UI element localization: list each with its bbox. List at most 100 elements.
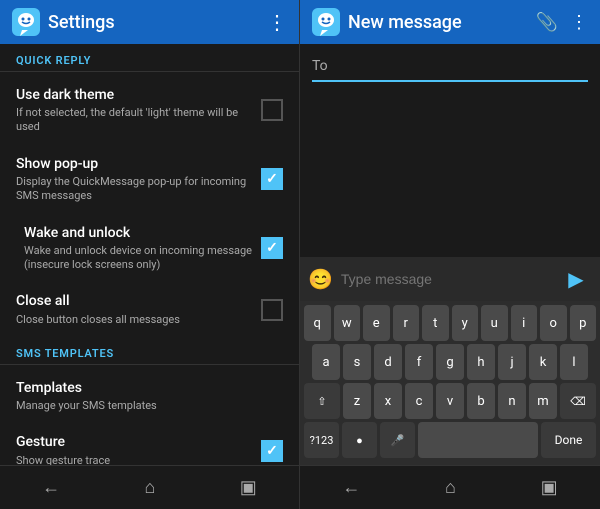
key-mic[interactable]: 🎤 [380, 422, 415, 458]
setting-desc-templates: Manage your SMS templates [16, 399, 283, 413]
key-w[interactable]: w [334, 305, 361, 341]
message-body-area[interactable] [300, 90, 600, 257]
key-backspace[interactable]: ⌫ [560, 383, 596, 419]
section-quick-reply: QUICK REPLY Use dark theme If not select… [0, 44, 299, 337]
setting-title-wake: Wake and unlock [24, 224, 261, 242]
key-shift[interactable]: ⇧ [304, 383, 340, 419]
setting-title-templates: Templates [16, 379, 283, 397]
setting-title-gesture: Gesture [16, 433, 261, 451]
keyboard-row-3: ⇧ z x c v b n m ⌫ [304, 383, 596, 419]
attach-icon[interactable]: 📎 [536, 12, 558, 33]
key-v[interactable]: v [436, 383, 464, 419]
message-area: To [300, 44, 600, 90]
checkbox-wake-unlock[interactable] [261, 237, 283, 259]
setting-close-all[interactable]: Close all Close button closes all messag… [0, 282, 299, 336]
to-field[interactable]: To [312, 52, 588, 82]
settings-nav-bar: ← ⌂ ▣ [0, 465, 299, 509]
settings-more-button[interactable]: ⋮ [267, 10, 287, 34]
key-b[interactable]: b [467, 383, 495, 419]
new-message-title: New message [348, 12, 462, 33]
key-y[interactable]: y [452, 305, 479, 341]
keyboard-row-2: a s d f g h j k l [304, 344, 596, 380]
key-g[interactable]: g [436, 344, 464, 380]
nav-back-right[interactable]: ← [342, 477, 360, 498]
checkbox-dark-theme[interactable] [261, 99, 283, 121]
emoji-button[interactable]: 😊 [308, 267, 333, 291]
setting-desc-wake: Wake and unlock device on incoming messa… [24, 244, 261, 273]
key-z[interactable]: z [343, 383, 371, 419]
checkbox-close-all[interactable] [261, 299, 283, 321]
new-message-more-button[interactable]: ⋮ [570, 12, 588, 33]
keyboard-row-1: q w e r t y u i o p [304, 305, 596, 341]
key-d[interactable]: d [374, 344, 402, 380]
settings-header-left: Settings [12, 8, 115, 36]
key-s[interactable]: s [343, 344, 371, 380]
setting-use-dark-theme[interactable]: Use dark theme If not selected, the defa… [0, 76, 299, 145]
nav-recent-button[interactable]: ▣ [240, 477, 257, 498]
message-input[interactable] [341, 271, 552, 287]
nav-recent-right[interactable]: ▣ [541, 477, 558, 498]
section-header-quick-reply: QUICK REPLY [0, 44, 299, 71]
key-l[interactable]: l [560, 344, 588, 380]
setting-wake-unlock[interactable]: Wake and unlock Wake and unlock device o… [0, 214, 299, 283]
setting-desc-popup: Display the QuickMessage pop-up for inco… [16, 175, 261, 204]
to-label: To [312, 58, 328, 74]
key-settings[interactable]: ● [342, 422, 377, 458]
key-o[interactable]: o [540, 305, 567, 341]
key-space[interactable] [418, 422, 538, 458]
setting-text-popup: Show pop-up Display the QuickMessage pop… [16, 155, 261, 204]
key-f[interactable]: f [405, 344, 433, 380]
compose-bar: 😊 ▶ [300, 257, 600, 301]
checkbox-show-popup[interactable] [261, 168, 283, 190]
setting-title-close: Close all [16, 292, 261, 310]
nav-back-button[interactable]: ← [42, 477, 60, 498]
section-divider [0, 71, 299, 72]
checkbox-gesture[interactable] [261, 440, 283, 462]
key-done[interactable]: Done [541, 422, 596, 458]
keyboard: q w e r t y u i o p a s d f g h j k l ⇧ … [300, 301, 600, 465]
key-numbers[interactable]: ?123 [304, 422, 339, 458]
setting-templates[interactable]: Templates Manage your SMS templates [0, 369, 299, 423]
setting-text-templates: Templates Manage your SMS templates [16, 379, 283, 413]
settings-content: QUICK REPLY Use dark theme If not select… [0, 44, 299, 465]
setting-title-dark-theme: Use dark theme [16, 86, 261, 104]
key-m[interactable]: m [529, 383, 557, 419]
new-message-header-left: New message [312, 8, 462, 36]
key-p[interactable]: p [570, 305, 597, 341]
setting-text-wake: Wake and unlock Wake and unlock device o… [24, 224, 261, 273]
settings-header: Settings ⋮ [0, 0, 299, 44]
new-message-header: New message 📎 ⋮ [300, 0, 600, 44]
app-icon-right [312, 8, 340, 36]
key-k[interactable]: k [529, 344, 557, 380]
key-e[interactable]: e [363, 305, 390, 341]
section-sms-templates: SMS TEMPLATES Templates Manage your SMS … [0, 337, 299, 465]
setting-text-gesture: Gesture Show gesture trace [16, 433, 261, 465]
key-u[interactable]: u [481, 305, 508, 341]
setting-text-close: Close all Close button closes all messag… [16, 292, 261, 326]
new-message-panel: New message 📎 ⋮ To 😊 ▶ q w e r t y u i [300, 0, 600, 509]
key-a[interactable]: a [312, 344, 340, 380]
key-r[interactable]: r [393, 305, 420, 341]
new-message-nav-bar: ← ⌂ ▣ [300, 465, 600, 509]
send-icon: ▶ [568, 267, 583, 291]
nav-home-button[interactable]: ⌂ [145, 477, 156, 498]
key-t[interactable]: t [422, 305, 449, 341]
setting-desc-dark-theme: If not selected, the default 'light' the… [16, 106, 261, 135]
app-icon [12, 8, 40, 36]
setting-gesture[interactable]: Gesture Show gesture trace [0, 423, 299, 465]
send-button[interactable]: ▶ [560, 263, 592, 295]
section-divider-2 [0, 364, 299, 365]
key-h[interactable]: h [467, 344, 495, 380]
setting-show-popup[interactable]: Show pop-up Display the QuickMessage pop… [0, 145, 299, 214]
key-i[interactable]: i [511, 305, 538, 341]
keyboard-row-4: ?123 ● 🎤 Done [304, 422, 596, 458]
key-n[interactable]: n [498, 383, 526, 419]
nav-home-right[interactable]: ⌂ [445, 477, 456, 498]
setting-desc-gesture: Show gesture trace [16, 454, 261, 466]
key-x[interactable]: x [374, 383, 402, 419]
key-q[interactable]: q [304, 305, 331, 341]
section-header-sms: SMS TEMPLATES [0, 337, 299, 364]
key-j[interactable]: j [498, 344, 526, 380]
setting-text-dark-theme: Use dark theme If not selected, the defa… [16, 86, 261, 135]
key-c[interactable]: c [405, 383, 433, 419]
